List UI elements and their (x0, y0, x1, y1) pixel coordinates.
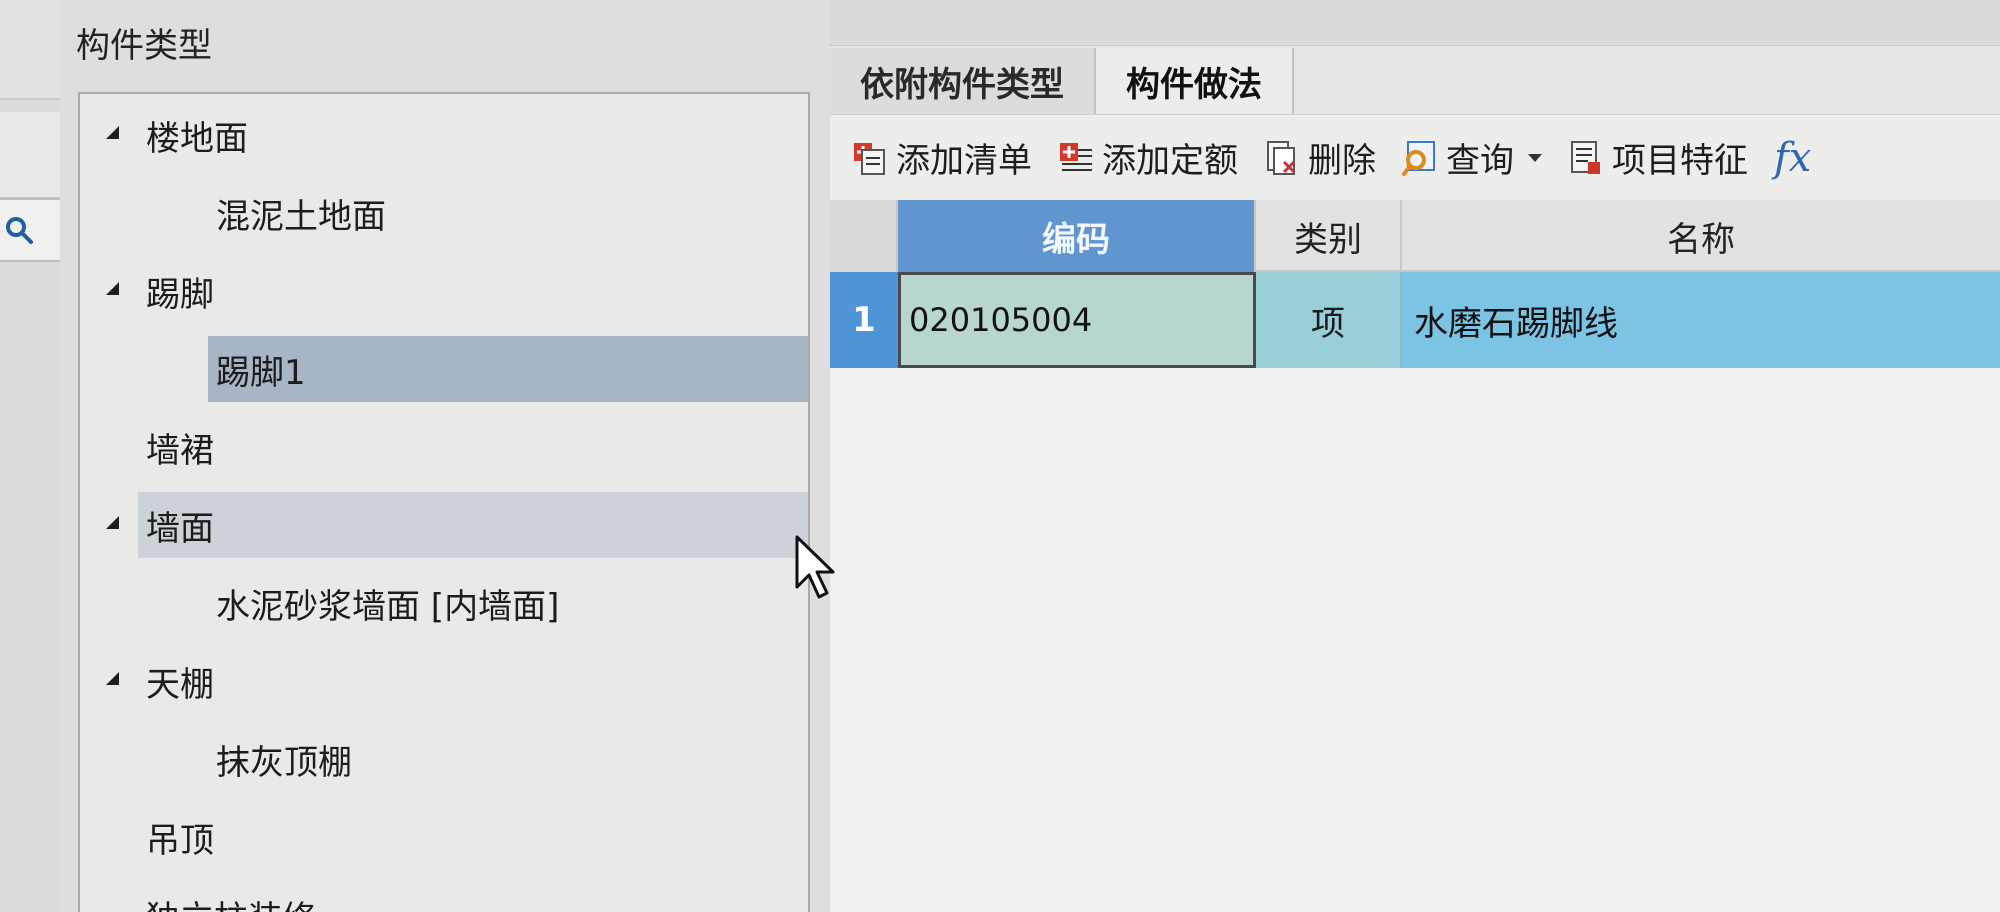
tab-component-method[interactable]: 构件做法 (1096, 48, 1294, 114)
expand-arrow-icon[interactable] (106, 126, 119, 139)
item-feature-icon (1571, 140, 1600, 174)
expand-arrow-icon[interactable] (106, 672, 119, 685)
delete-button[interactable]: 删除 (1264, 133, 1388, 182)
row-number[interactable]: 1 (830, 272, 898, 368)
tree-item-floor[interactable]: 楼地面 (80, 102, 808, 168)
item-feature-label: 项目特征 (1612, 141, 1748, 181)
app-window: 构件类型 楼地面 混泥土地面 踢脚 踢脚1 墙裙 墙面 水泥砂浆墙面 [内墙面]… (0, 0, 2000, 912)
method-panel: 依附构件类型 构件做法 添加清单 添加定额 删除 查询 项目特征 fx 编码 类… (830, 0, 2000, 912)
tree-item-label: 水泥砂浆墙面 [内墙面] (216, 586, 560, 627)
left-search-field[interactable] (0, 198, 60, 262)
component-type-panel: 构件类型 楼地面 混泥土地面 踢脚 踢脚1 墙裙 墙面 水泥砂浆墙面 [内墙面]… (60, 0, 830, 912)
component-type-tree: 楼地面 混泥土地面 踢脚 踢脚1 墙裙 墙面 水泥砂浆墙面 [内墙面] 天棚 抹… (78, 92, 810, 912)
tree-item-ceiling[interactable]: 天棚 (80, 648, 808, 714)
tab-attached-types[interactable]: 依附构件类型 (830, 48, 1096, 114)
query-label: 查询 (1446, 141, 1514, 181)
left-side-panel (0, 0, 60, 912)
name-cell[interactable]: 水磨石踢脚线 (1402, 272, 2000, 368)
grid-header: 编码 类别 名称 (830, 200, 2000, 272)
add-quota-button[interactable]: 添加定额 (1058, 133, 1250, 182)
tree-item-skirting-1[interactable]: 踢脚1 (208, 336, 808, 402)
tree-item-concrete-floor[interactable]: 混泥土地面 (80, 180, 808, 246)
toolbar: 添加清单 添加定额 删除 查询 项目特征 fx (830, 114, 2000, 200)
add-list-icon (854, 142, 885, 175)
grid-corner[interactable] (830, 200, 898, 272)
tree-item-label: 踢脚 (146, 274, 214, 315)
delete-label: 删除 (1308, 141, 1376, 181)
column-header-type[interactable]: 类别 (1256, 200, 1402, 272)
tree-item-suspended-ceiling[interactable]: 吊顶 (80, 804, 808, 870)
table-row[interactable]: 1 020105004 项 水磨石踢脚线 (830, 272, 2000, 368)
panel-top-bar (830, 0, 2000, 46)
column-header-name[interactable]: 名称 (1402, 200, 2000, 272)
tree-item-dado[interactable]: 墙裙 (80, 414, 808, 480)
add-list-button[interactable]: 添加清单 (852, 133, 1044, 182)
code-cell[interactable]: 020105004 (898, 272, 1256, 368)
magnifier-icon (1402, 140, 1435, 176)
tree-item-label: 墙面 (146, 508, 214, 549)
tree-item-label: 天棚 (146, 664, 214, 705)
expand-arrow-icon[interactable] (106, 282, 119, 295)
add-quota-icon (1060, 142, 1092, 171)
tree-item-label: 混泥土地面 (216, 196, 386, 237)
tree-item-label: 吊顶 (146, 820, 214, 861)
method-grid: 编码 类别 名称 1 020105004 项 水磨石踢脚线 (830, 200, 2000, 912)
item-feature-button[interactable]: 项目特征 (1568, 133, 1760, 182)
tree-item-plaster-ceiling[interactable]: 抹灰顶棚 (80, 726, 808, 792)
fx-icon[interactable]: fx (1774, 135, 1811, 181)
add-list-label: 添加清单 (896, 141, 1032, 181)
search-icon[interactable] (4, 215, 34, 245)
left-panel-row (0, 112, 60, 198)
tree-item-label: 踢脚1 (216, 352, 306, 393)
tree-item-column-finish[interactable]: 独立柱装修 (80, 882, 808, 912)
tree-item-wall-surface[interactable]: 墙面 (106, 492, 808, 558)
tab-bar: 依附构件类型 构件做法 (830, 48, 1294, 114)
tree-item-label: 墙裙 (146, 430, 214, 471)
left-panel-header (0, 0, 60, 100)
tree-item-skirting[interactable]: 踢脚 (80, 258, 808, 324)
chevron-down-icon[interactable] (1528, 153, 1542, 162)
tree-item-label: 抹灰顶棚 (216, 742, 352, 783)
mouse-cursor-icon (795, 535, 835, 599)
add-quota-label: 添加定额 (1102, 141, 1238, 181)
expand-arrow-icon[interactable] (106, 516, 119, 529)
delete-icon (1267, 140, 1296, 175)
column-header-code[interactable]: 编码 (898, 200, 1256, 272)
tree-item-label: 楼地面 (146, 118, 248, 159)
tree-item-label: 独立柱装修 (146, 891, 316, 912)
type-cell[interactable]: 项 (1256, 272, 1402, 368)
panel-title: 构件类型 (76, 26, 212, 66)
query-button[interactable]: 查询 (1402, 133, 1554, 182)
tree-item-mortar-wall[interactable]: 水泥砂浆墙面 [内墙面] (80, 570, 808, 636)
